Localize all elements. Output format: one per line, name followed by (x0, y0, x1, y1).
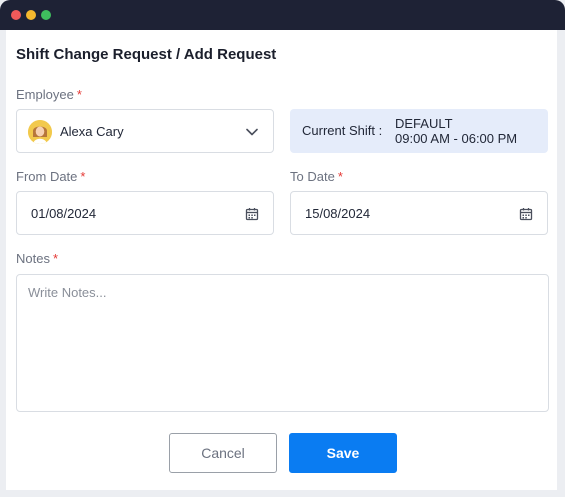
required-mark: * (76, 87, 82, 102)
chevron-down-icon (246, 128, 258, 136)
save-button[interactable]: Save (289, 433, 397, 473)
minimize-window-button[interactable] (26, 10, 36, 20)
to-date-label: To Date * (290, 169, 343, 184)
to-date-value: 15/08/2024 (305, 206, 371, 221)
window-titlebar (0, 0, 565, 30)
notes-label: Notes * (16, 251, 58, 266)
required-mark: * (337, 169, 343, 184)
employee-label: Employee * (16, 87, 82, 102)
from-date-input[interactable]: 01/08/2024 (16, 191, 274, 235)
page-title: Shift Change Request / Add Request (16, 46, 277, 63)
from-date-value: 01/08/2024 (31, 206, 97, 221)
form-card: Shift Change Request / Add Request Emplo… (6, 30, 557, 490)
from-date-label: From Date * (16, 169, 85, 184)
employee-label-text: Employee (16, 87, 74, 102)
current-shift-box: Current Shift : DEFAULT 09:00 AM - 06:00… (290, 109, 548, 153)
app-window: Shift Change Request / Add Request Emplo… (0, 0, 565, 497)
cancel-button[interactable]: Cancel (169, 433, 277, 473)
calendar-icon[interactable] (519, 207, 533, 221)
from-date-label-text: From Date (16, 169, 78, 184)
calendar-icon[interactable] (245, 207, 259, 221)
to-date-input[interactable]: 15/08/2024 (290, 191, 548, 235)
employee-avatar (28, 120, 52, 144)
notes-label-text: Notes (16, 251, 50, 266)
current-shift-time: 09:00 AM - 06:00 PM (395, 131, 518, 146)
employee-select[interactable]: Alexa Cary (16, 109, 274, 153)
current-shift-name: DEFAULT (395, 116, 453, 131)
close-window-button[interactable] (11, 10, 21, 20)
maximize-window-button[interactable] (41, 10, 51, 20)
employee-value: Alexa Cary (60, 124, 124, 139)
notes-textarea[interactable] (16, 274, 549, 412)
current-shift-label: Current Shift : (302, 123, 383, 138)
required-mark: * (52, 251, 59, 266)
required-mark: * (80, 169, 86, 184)
to-date-label-text: To Date (290, 169, 335, 184)
